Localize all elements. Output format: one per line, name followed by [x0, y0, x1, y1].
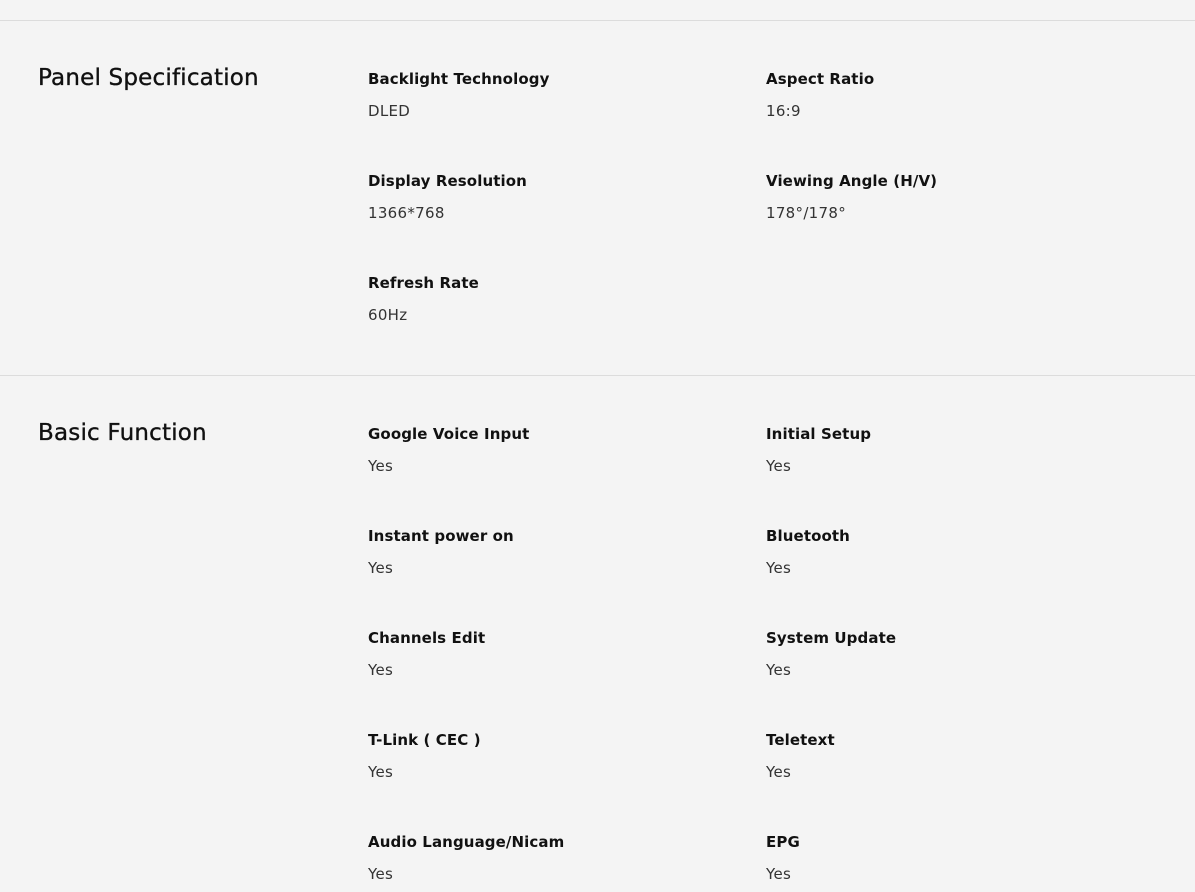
spec-item: Channels Edit Yes	[368, 628, 766, 730]
spec-value: 16:9	[766, 102, 801, 120]
spec-item: Viewing Angle (H/V) 178°/178°	[766, 171, 1164, 273]
spec-label: T-Link ( CEC )	[368, 731, 481, 749]
spec-value: 1366*768	[368, 204, 445, 222]
spec-item: Display Resolution 1366*768	[368, 171, 766, 273]
spec-item: Teletext Yes	[766, 730, 1164, 832]
spec-grid: Backlight Technology DLED Aspect Ratio 1…	[368, 69, 1168, 375]
spec-value: Yes	[766, 661, 792, 679]
spec-label: Backlight Technology	[368, 70, 550, 88]
spec-item: Bluetooth Yes	[766, 526, 1164, 628]
spec-label: Initial Setup	[766, 425, 872, 443]
spec-value: Yes	[766, 457, 792, 475]
spec-value: Yes	[368, 559, 394, 577]
spec-label: Teletext	[766, 731, 835, 749]
spec-value: Yes	[368, 865, 394, 883]
spec-item: Backlight Technology DLED	[368, 69, 766, 171]
spec-value: 60Hz	[368, 306, 408, 324]
spec-value: DLED	[368, 102, 411, 120]
spec-label: EPG	[766, 833, 800, 851]
section-title: Panel Specification	[38, 65, 259, 91]
basic-function-section: Basic Function Google Voice Input Yes In…	[0, 376, 1195, 892]
spec-item: T-Link ( CEC ) Yes	[368, 730, 766, 832]
spec-grid: Google Voice Input Yes Initial Setup Yes…	[368, 424, 1168, 892]
section-title: Basic Function	[38, 420, 207, 446]
spec-item: Aspect Ratio 16:9	[766, 69, 1164, 171]
spec-value: Yes	[368, 661, 394, 679]
spec-item: Refresh Rate 60Hz	[368, 273, 766, 375]
spec-item: System Update Yes	[766, 628, 1164, 730]
spec-page: Panel Specification Backlight Technology…	[0, 0, 1195, 892]
spec-label: Display Resolution	[368, 172, 527, 190]
spec-value: Yes	[766, 763, 792, 781]
spec-item: EPG Yes	[766, 832, 1164, 892]
spec-value: Yes	[368, 763, 394, 781]
spec-label: System Update	[766, 629, 897, 647]
spec-label: Refresh Rate	[368, 274, 479, 292]
spec-item: Audio Language/Nicam Yes	[368, 832, 766, 892]
spec-value: 178°/178°	[766, 204, 847, 222]
spec-label: Google Voice Input	[368, 425, 530, 443]
spec-label: Aspect Ratio	[766, 70, 875, 88]
spec-value: Yes	[766, 865, 792, 883]
spec-label: Audio Language/Nicam	[368, 833, 565, 851]
panel-specification-section: Panel Specification Backlight Technology…	[0, 21, 1195, 375]
spec-label: Viewing Angle (H/V)	[766, 172, 938, 190]
spec-item: Google Voice Input Yes	[368, 424, 766, 526]
spec-item: Initial Setup Yes	[766, 424, 1164, 526]
spec-value: Yes	[368, 457, 394, 475]
spec-label: Channels Edit	[368, 629, 486, 647]
spec-label: Bluetooth	[766, 527, 850, 545]
spec-value: Yes	[766, 559, 792, 577]
spec-label: Instant power on	[368, 527, 514, 545]
spec-item: Instant power on Yes	[368, 526, 766, 628]
